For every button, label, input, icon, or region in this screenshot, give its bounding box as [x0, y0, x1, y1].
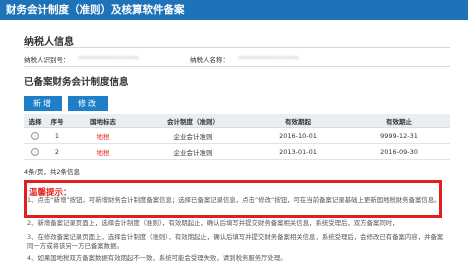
- table-row: 2 地税 企业会计准则 2013-01-01 2016-09-30: [24, 143, 450, 160]
- row-accounting-system: 企业会计准则: [138, 143, 248, 160]
- row-end-date: 9999-12-31: [348, 127, 450, 144]
- taxpayer-name-label: 纳税人名称：: [190, 56, 229, 64]
- records-table: 选择 序号 国地标志 会计制度（准则） 有效期起 有效期止 1 地税 企业会计准…: [24, 114, 450, 160]
- row-start-date: 2013-01-01: [248, 143, 348, 160]
- column-header-end-date: 有效期止: [348, 114, 450, 128]
- taxpayer-id-value: ••••••••••••••••: [78, 54, 140, 62]
- notice-tip-1: 1、点击“新增”按钮，可新增财务会计制度备案信息；选择已备案记录信息，点击“修改…: [27, 196, 441, 204]
- row-end-date: 2016-09-30: [348, 143, 450, 160]
- row-radio-button[interactable]: [31, 147, 39, 156]
- row-start-date: 2016-10-01: [248, 127, 348, 144]
- taxpayer-id-label: 纳税人识别号：: [24, 56, 70, 64]
- row-select-cell: [24, 127, 46, 144]
- taxpayer-name-value: ••••••••••••••••: [238, 54, 300, 62]
- notice-tip-2: 2、新增备案记录页面上，选择会计制度（准则），有效期起止，确认后填写并提交财务备…: [27, 219, 399, 227]
- row-index: 2: [46, 143, 68, 160]
- window-title: 财务会计制度（准则）及核算软件备案: [0, 0, 468, 20]
- column-header-select: 选择: [24, 114, 46, 128]
- row-region-link[interactable]: 地税: [68, 127, 138, 144]
- pagination-info: 4条/页，共2条信息: [24, 168, 80, 176]
- notice-tip-3: 3、在修改备案记录页面上，选择会计制度（准则），有效期起止，确认后填写并提交财务…: [27, 233, 444, 250]
- divider: [24, 66, 450, 67]
- add-button[interactable]: 新增: [24, 96, 62, 111]
- row-region-link[interactable]: 地税: [68, 143, 138, 160]
- row-accounting-system: 企业会计准则: [138, 127, 248, 144]
- table-header-row: 选择 序号 国地标志 会计制度（准则） 有效期起 有效期止: [24, 114, 450, 128]
- table-row: 1 地税 企业会计准则 2016-10-01 9999-12-31: [24, 127, 450, 144]
- notice-tip-4: 4、如果国地税双方备案数据有效期起不一致，系统可能会受理失败，请到税务服务厅处理…: [27, 254, 287, 262]
- divider: [24, 47, 450, 48]
- taxpayer-section-title: 纳税人信息: [24, 37, 74, 48]
- row-select-cell: [24, 143, 46, 160]
- records-section-title: 已备案财务会计制度信息: [24, 77, 129, 88]
- column-header-start-date: 有效期起: [248, 114, 348, 128]
- column-header-accounting-system: 会计制度（准则）: [138, 114, 248, 128]
- row-radio-button[interactable]: [31, 131, 39, 140]
- row-index: 1: [46, 127, 68, 144]
- column-header-region: 国地标志: [68, 114, 138, 128]
- column-header-index: 序号: [46, 114, 68, 128]
- edit-button[interactable]: 修改: [68, 96, 108, 111]
